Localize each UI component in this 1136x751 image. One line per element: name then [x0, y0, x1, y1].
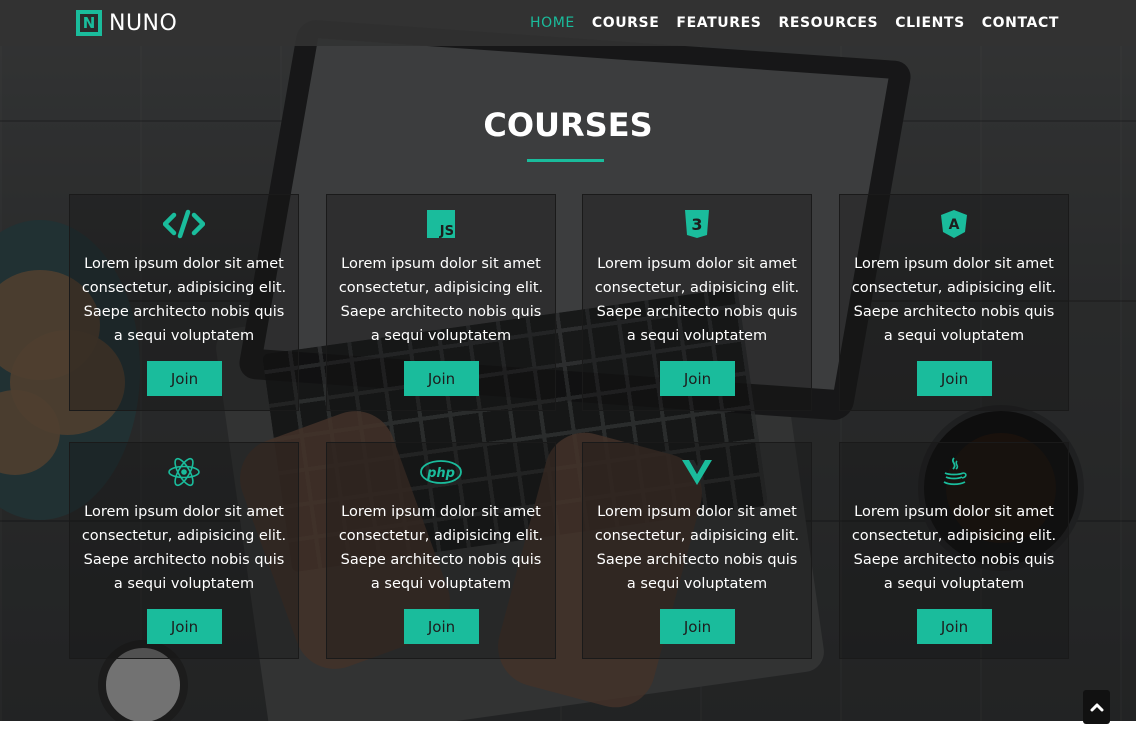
nav-link-features[interactable]: FEATURES — [676, 15, 761, 31]
course-card: Lorem ipsum dolor sit amet consectetur, … — [582, 442, 812, 659]
logo-icon: N — [76, 10, 102, 36]
join-button[interactable]: Join — [147, 361, 222, 396]
course-card: A Lorem ipsum dolor sit amet consectetur… — [839, 194, 1069, 411]
nav-link-resources[interactable]: RESOURCES — [778, 15, 878, 31]
join-button[interactable]: Join — [660, 361, 735, 396]
course-description: Lorem ipsum dolor sit amet consectetur, … — [594, 504, 800, 592]
course-description: Lorem ipsum dolor sit amet consectetur, … — [594, 256, 800, 344]
javascript-icon: JS — [327, 207, 555, 241]
nav-link-course[interactable]: COURSE — [592, 15, 660, 31]
brand-logo[interactable]: N NUNO — [76, 10, 177, 36]
join-button[interactable]: Join — [404, 609, 479, 644]
title-underline — [527, 159, 604, 162]
join-button[interactable]: Join — [917, 361, 992, 396]
join-button[interactable]: Join — [917, 609, 992, 644]
course-card: JS Lorem ipsum dolor sit amet consectetu… — [326, 194, 556, 411]
css3-icon: 3 — [583, 207, 811, 241]
course-card: Lorem ipsum dolor sit amet consectetur, … — [69, 442, 299, 659]
nav-link-home[interactable]: HOME — [530, 15, 575, 31]
course-card: 3 Lorem ipsum dolor sit amet consectetur… — [582, 194, 812, 411]
svg-text:3: 3 — [691, 215, 702, 234]
course-description: Lorem ipsum dolor sit amet consectetur, … — [851, 504, 1057, 592]
nav-link-clients[interactable]: CLIENTS — [895, 15, 965, 31]
nav-menu: HOME COURSE FEATURES RESOURCES CLIENTS C… — [513, 15, 1059, 31]
join-button[interactable]: Join — [147, 609, 222, 644]
course-description: Lorem ipsum dolor sit amet consectetur, … — [338, 256, 544, 344]
vue-icon — [583, 455, 811, 489]
course-card: php Lorem ipsum dolor sit amet consectet… — [326, 442, 556, 659]
course-description: Lorem ipsum dolor sit amet consectetur, … — [81, 504, 287, 592]
course-card: Lorem ipsum dolor sit amet consectetur, … — [69, 194, 299, 411]
nav-link-contact[interactable]: CONTACT — [982, 15, 1059, 31]
course-description: Lorem ipsum dolor sit amet consectetur, … — [338, 504, 544, 592]
join-button[interactable]: Join — [404, 361, 479, 396]
react-icon — [70, 455, 298, 489]
brand-name: NUNO — [109, 10, 178, 36]
chevron-up-icon — [1090, 703, 1103, 712]
course-card: Lorem ipsum dolor sit amet consectetur, … — [839, 442, 1069, 659]
svg-text:php: php — [426, 466, 455, 481]
course-description: Lorem ipsum dolor sit amet consectetur, … — [81, 256, 287, 344]
navbar: N NUNO HOME COURSE FEATURES RESOURCES CL… — [0, 0, 1136, 46]
php-icon: php — [327, 455, 555, 489]
section-title: COURSES — [483, 106, 653, 144]
angular-icon: A — [840, 207, 1068, 241]
scroll-top-button[interactable] — [1083, 690, 1110, 724]
java-icon — [840, 455, 1068, 489]
svg-text:A: A — [949, 217, 960, 233]
course-description: Lorem ipsum dolor sit amet consectetur, … — [851, 256, 1057, 344]
join-button[interactable]: Join — [660, 609, 735, 644]
code-icon — [70, 207, 298, 241]
